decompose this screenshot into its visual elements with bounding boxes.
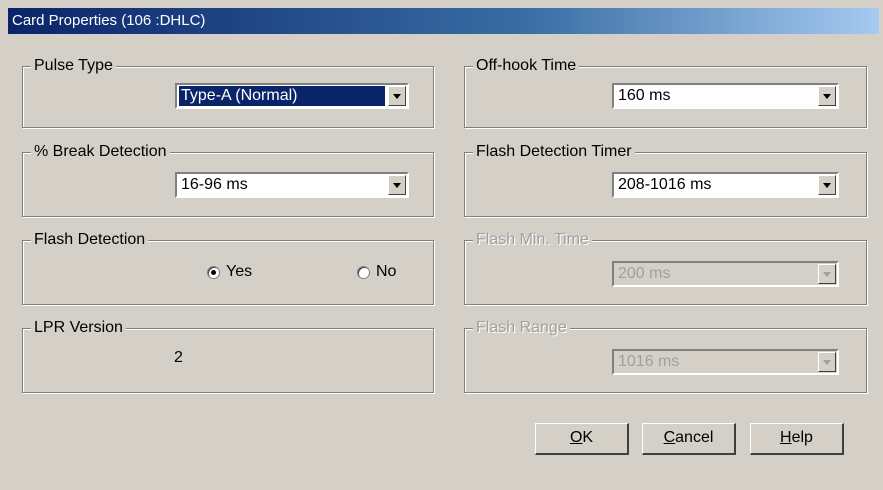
- flash-range-group: Flash Range 1016 ms: [464, 318, 867, 393]
- flash-min-time-select: 200 ms: [612, 261, 839, 287]
- chevron-down-icon: [818, 352, 836, 372]
- flash-detection-timer-label: Flash Detection Timer: [473, 142, 635, 162]
- flash-min-time-group: Flash Min. Time 200 ms: [464, 230, 867, 305]
- flash-range-select: 1016 ms: [612, 349, 839, 375]
- pulse-type-value: Type-A (Normal): [178, 85, 386, 107]
- title-bar: Card Properties (106 :DHLC): [8, 8, 879, 34]
- flash-range-value: 1016 ms: [618, 353, 680, 370]
- chevron-down-icon: [818, 264, 836, 284]
- chevron-down-icon[interactable]: [388, 86, 406, 106]
- help-button[interactable]: Help: [750, 423, 844, 455]
- pulse-type-select[interactable]: Type-A (Normal): [175, 83, 409, 109]
- break-detection-value: 16-96 ms: [181, 176, 248, 193]
- lpr-version-group: LPR Version 2: [22, 318, 434, 393]
- chevron-down-icon[interactable]: [818, 86, 836, 106]
- flash-min-time-value: 200 ms: [618, 265, 671, 282]
- flash-detection-yes-radio[interactable]: Yes: [207, 263, 252, 281]
- break-detection-label: % Break Detection: [31, 142, 170, 162]
- window-title: Card Properties (106 :DHLC): [12, 12, 206, 29]
- ok-label-rest: K: [582, 429, 594, 446]
- flash-detection-group: Flash Detection Yes No: [22, 230, 434, 305]
- flash-detection-no-label: No: [376, 263, 397, 280]
- offhook-time-group: Off-hook Time 160 ms: [464, 56, 867, 128]
- flash-detection-label: Flash Detection: [31, 230, 149, 250]
- offhook-time-select[interactable]: 160 ms: [612, 83, 839, 109]
- break-detection-group: % Break Detection 16-96 ms: [22, 142, 434, 217]
- break-detection-select[interactable]: 16-96 ms: [175, 172, 409, 198]
- lpr-version-value: 2: [174, 349, 183, 366]
- flash-range-label: Flash Range: [473, 318, 570, 338]
- radio-selected-icon: [207, 265, 220, 279]
- ok-button[interactable]: OK: [535, 423, 629, 455]
- radio-unselected-icon: [357, 265, 370, 279]
- cancel-button[interactable]: Cancel: [642, 423, 736, 455]
- help-label-rest: elp: [791, 429, 813, 446]
- flash-detection-timer-group: Flash Detection Timer 208-1016 ms: [464, 142, 867, 217]
- flash-detection-no-radio[interactable]: No: [357, 263, 396, 281]
- flash-detection-timer-select[interactable]: 208-1016 ms: [612, 172, 839, 198]
- card-properties-window: Card Properties (106 :DHLC) Pulse Type T…: [0, 0, 883, 490]
- chevron-down-icon[interactable]: [818, 175, 836, 195]
- pulse-type-group: Pulse Type Type-A (Normal): [22, 56, 434, 128]
- pulse-type-label: Pulse Type: [31, 56, 116, 76]
- flash-detection-timer-value: 208-1016 ms: [618, 176, 712, 193]
- cancel-mnemonic: C: [663, 429, 676, 446]
- offhook-time-value: 160 ms: [618, 87, 671, 104]
- chevron-down-icon[interactable]: [388, 175, 406, 195]
- help-mnemonic: H: [780, 429, 792, 446]
- flash-min-time-label: Flash Min. Time: [473, 230, 592, 250]
- lpr-version-label: LPR Version: [31, 318, 126, 338]
- offhook-time-label: Off-hook Time: [473, 56, 580, 76]
- cancel-label-rest: ancel: [675, 429, 714, 446]
- flash-detection-yes-label: Yes: [226, 263, 253, 280]
- ok-mnemonic: O: [569, 429, 583, 446]
